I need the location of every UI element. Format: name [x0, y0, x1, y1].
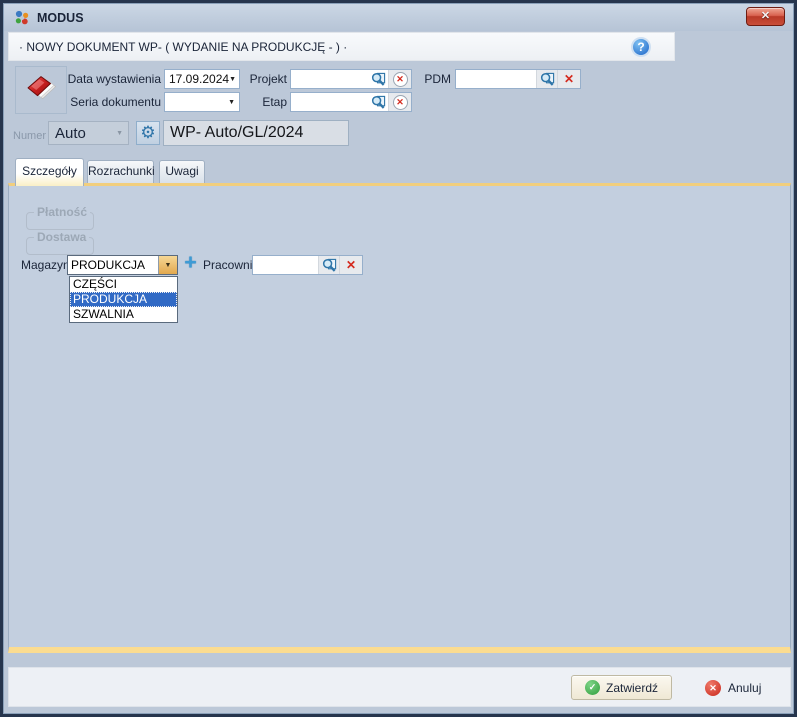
chevron-down-icon: ▼	[116, 130, 128, 137]
warehouse-value: PRODUKCJA	[68, 256, 158, 274]
help-icon[interactable]: ?	[631, 37, 651, 57]
modus-logo-icon	[13, 9, 31, 27]
number-mode-combobox[interactable]: Auto ▼	[48, 121, 129, 145]
pdm-label: PDM	[421, 69, 451, 89]
pdm-input[interactable]	[456, 70, 536, 88]
warehouse-dropdown-list: CZĘŚCI PRODUKCJA SZWALNIA	[69, 276, 178, 323]
window-title: MODUS	[37, 11, 84, 25]
gear-icon: ⚙	[140, 125, 155, 142]
payment-group: Płatność	[26, 212, 94, 230]
warehouse-label: Magazyn	[21, 255, 70, 275]
document-series-label: Seria dokumentu	[63, 92, 161, 112]
employee-input[interactable]	[253, 256, 318, 274]
search-icon[interactable]	[318, 256, 339, 274]
delivery-group-label: Dostawa	[34, 230, 89, 244]
pdm-search-field: ✕	[455, 69, 581, 89]
chevron-down-icon[interactable]: ▼	[229, 76, 240, 83]
employee-label: Pracownik	[203, 255, 258, 275]
document-series-combobox[interactable]: ▼	[164, 92, 240, 112]
document-header-bar: · NOWY DOKUMENT WP- ( WYDANIE NA PRODUKC…	[8, 32, 675, 61]
number-mode-value: Auto	[55, 125, 86, 142]
document-number-field[interactable]: WP- Auto/GL/2024	[163, 120, 349, 146]
issue-date-value: 17.09.2024	[169, 72, 229, 86]
stage-search-field: ✕	[290, 92, 412, 112]
title-bar: MODUS ✕	[4, 4, 793, 31]
details-tab-panel: Płatność Dostawa Magazyn PRODUKCJA ▼ CZĘ…	[8, 183, 791, 653]
chevron-down-icon[interactable]: ▼	[158, 256, 177, 274]
warehouse-option-szwalnia[interactable]: SZWALNIA	[70, 307, 177, 322]
red-book-icon	[22, 72, 60, 108]
clear-icon[interactable]: ✕	[557, 70, 580, 88]
chevron-down-icon[interactable]: ▼	[228, 99, 239, 106]
number-settings-button[interactable]: ⚙	[136, 121, 160, 145]
cancel-button-label: Anuluj	[728, 681, 761, 695]
search-icon[interactable]	[536, 70, 557, 88]
confirm-button-label: Zatwierdź	[606, 681, 658, 695]
delivery-group: Dostawa	[26, 237, 94, 255]
payment-group-label: Płatność	[34, 205, 90, 219]
project-search-field: ✕	[290, 69, 412, 89]
footer-bar: ✓ Zatwierdź ✕ Anuluj	[8, 667, 791, 707]
document-type-icon-box	[15, 66, 67, 114]
search-icon[interactable]	[368, 70, 388, 88]
clear-icon[interactable]: ✕	[388, 93, 411, 111]
project-input[interactable]	[291, 70, 368, 88]
confirm-button[interactable]: ✓ Zatwierdź	[571, 675, 672, 700]
stage-label: Etap	[241, 92, 287, 112]
stage-input[interactable]	[291, 93, 368, 111]
clear-icon[interactable]: ✕	[388, 70, 411, 88]
employee-search-field: ✕	[252, 255, 363, 275]
check-icon: ✓	[585, 680, 600, 695]
cancel-x-icon: ✕	[705, 680, 721, 696]
modus-dialog-window: MODUS ✕ · NOWY DOKUMENT WP- ( WYDANIE NA…	[0, 0, 797, 717]
close-button[interactable]: ✕	[746, 7, 785, 26]
clear-icon[interactable]: ✕	[339, 256, 362, 274]
tab-rozrachunki[interactable]: Rozrachunki	[87, 160, 154, 183]
tab-szczegoly[interactable]: Szczegóły	[15, 158, 84, 186]
warehouse-option-czesci[interactable]: CZĘŚCI	[70, 277, 177, 292]
document-header-title: · NOWY DOKUMENT WP- ( WYDANIE NA PRODUKC…	[19, 40, 347, 54]
warehouse-combobox[interactable]: PRODUKCJA ▼	[67, 255, 178, 275]
search-icon[interactable]	[368, 93, 388, 111]
add-employee-plus-icon[interactable]: +	[183, 256, 198, 271]
tab-uwagi[interactable]: Uwagi	[159, 160, 205, 183]
number-label: Numer	[13, 124, 46, 148]
warehouse-option-produkcja[interactable]: PRODUKCJA	[70, 292, 177, 307]
issue-date-combobox[interactable]: 17.09.2024 ▼	[164, 69, 240, 89]
project-label: Projekt	[241, 69, 287, 89]
issue-date-label: Data wystawienia	[63, 69, 161, 89]
cancel-button[interactable]: ✕ Anuluj	[705, 677, 761, 699]
